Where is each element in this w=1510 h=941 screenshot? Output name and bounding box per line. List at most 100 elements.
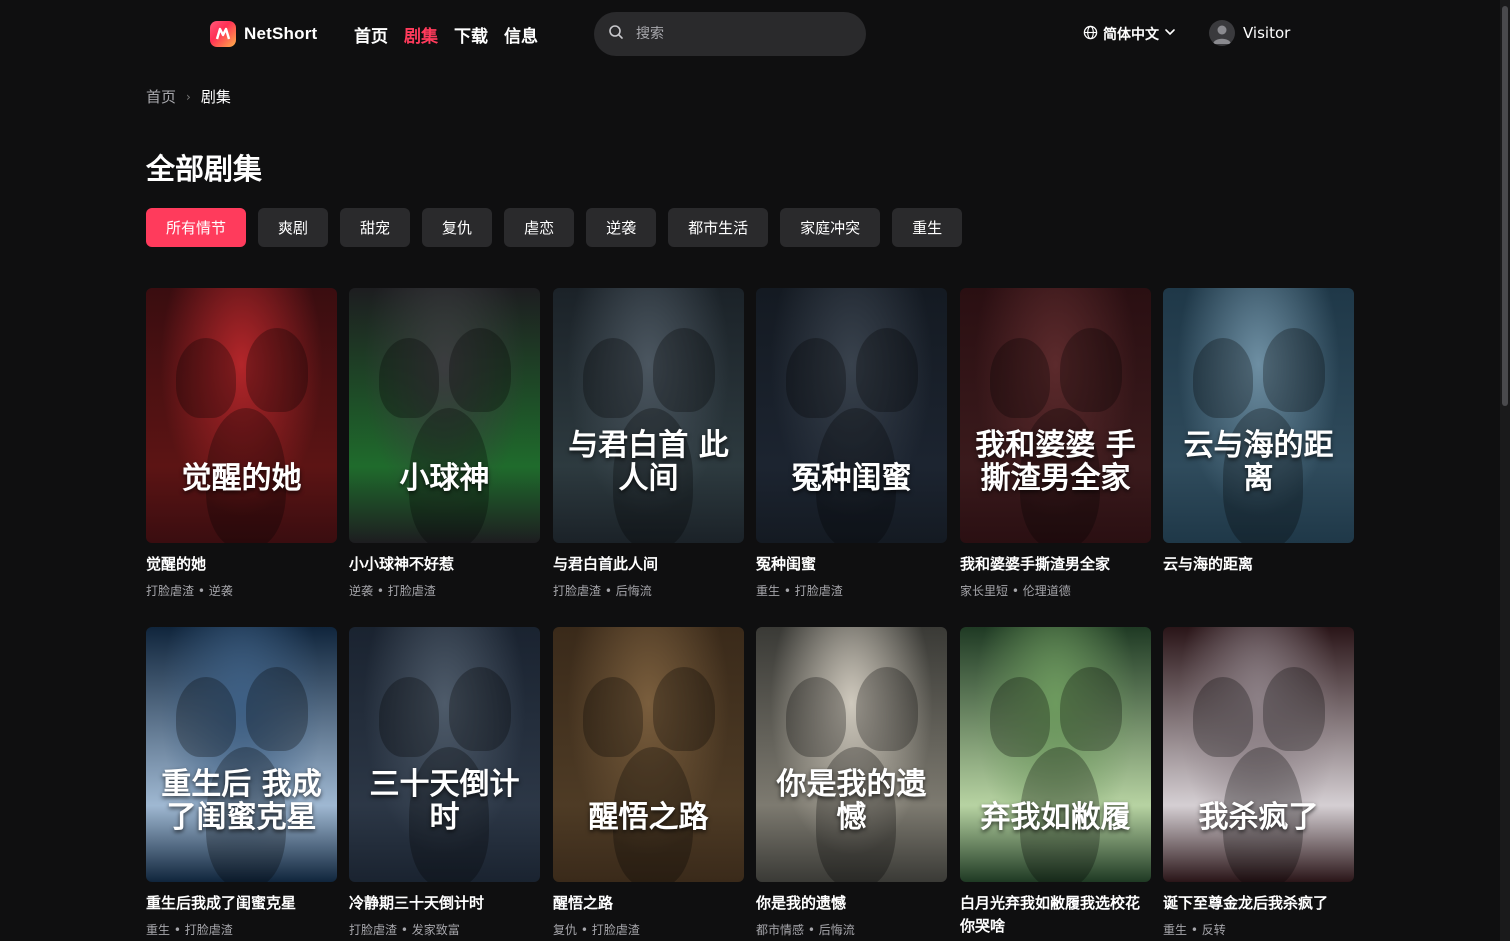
drama-card[interactable]: 重生后 我成了闺蜜克星重生后我成了闺蜜克星重生 • 打脸虐渣 — [146, 627, 337, 938]
drama-poster[interactable]: 云与海的距离 — [1163, 288, 1354, 543]
language-label: 简体中文 — [1103, 27, 1159, 43]
logo-icon — [210, 21, 236, 47]
drama-tags: 重生 • 反转 — [1163, 923, 1226, 938]
filter-chip[interactable]: 所有情节 — [146, 208, 247, 247]
poster-figure — [379, 677, 439, 757]
drama-tags: 重生 • 打脸虐渣 — [146, 923, 233, 938]
poster-figure — [449, 328, 511, 412]
drama-poster[interactable]: 我和婆婆 手撕渣男全家 — [960, 288, 1151, 543]
drama-title[interactable]: 云与海的距离 — [1163, 553, 1354, 576]
filter-chip[interactable]: 逆袭 — [586, 208, 657, 247]
poster-title-art: 醒悟之路 — [588, 800, 709, 835]
drama-title[interactable]: 醒悟之路 — [553, 892, 744, 915]
drama-poster[interactable]: 你是我的遗憾 — [756, 627, 947, 882]
drama-title[interactable]: 白月光弃我如敝履我选校花你哭啥 — [960, 892, 1151, 939]
drama-poster[interactable]: 我杀疯了 — [1163, 627, 1354, 882]
scrollbar[interactable] — [1500, 0, 1510, 941]
drama-title[interactable]: 冷静期三十天倒计时 — [349, 892, 540, 915]
nav-home[interactable]: 首页 — [354, 22, 388, 47]
drama-tags: 打脸虐渣 • 发家致富 — [349, 923, 460, 938]
scrollbar-thumb[interactable] — [1502, 6, 1508, 406]
drama-poster[interactable]: 重生后 我成了闺蜜克星 — [146, 627, 337, 882]
top-header: NetShort 首页 剧集 下载 信息 简体中文 — [0, 0, 1510, 68]
poster-figure — [653, 328, 715, 412]
poster-title-art: 你是我的遗憾 — [776, 767, 927, 835]
filter-chip[interactable]: 爽剧 — [258, 208, 329, 247]
filter-chip[interactable]: 家庭冲突 — [780, 208, 881, 247]
search-icon — [608, 24, 624, 44]
poster-title-art: 我杀疯了 — [1198, 800, 1319, 835]
poster-figure — [1193, 677, 1253, 757]
poster-figure — [583, 677, 643, 757]
filter-chip[interactable]: 甜宠 — [340, 208, 411, 247]
drama-tags: 逆袭 • 打脸虐渣 — [349, 584, 436, 599]
breadcrumb: 首页 › 剧集 — [146, 86, 231, 107]
poster-figure — [786, 338, 846, 418]
poster-title-art: 弃我如敝履 — [980, 800, 1131, 835]
user-menu[interactable]: Visitor — [1209, 20, 1290, 46]
drama-card[interactable]: 我和婆婆 手撕渣男全家我和婆婆手撕渣男全家家长里短 • 伦理道德 — [960, 288, 1151, 599]
drama-card[interactable]: 觉醒的她 觉醒的她 打脸虐渣 • 逆袭 — [146, 288, 337, 599]
drama-tags: 重生 • 打脸虐渣 — [756, 584, 843, 599]
poster-figure — [653, 667, 715, 751]
drama-title[interactable]: 冤种闺蜜 — [756, 553, 947, 576]
username: Visitor — [1243, 24, 1291, 42]
drama-title[interactable]: 我和婆婆手撕渣男全家 — [960, 553, 1151, 576]
language-selector[interactable]: 简体中文 — [1083, 24, 1176, 44]
drama-title[interactable]: 诞下至尊金龙后我杀疯了 — [1163, 892, 1354, 915]
nav-dramas[interactable]: 剧集 — [404, 22, 438, 47]
poster-title-art: 重生后 我成了闺蜜克星 — [161, 767, 322, 835]
poster-figure — [176, 338, 236, 418]
main-nav: 首页 剧集 下载 信息 — [354, 22, 538, 47]
nav-download[interactable]: 下载 — [454, 22, 488, 47]
drama-poster[interactable]: 冤种闺蜜 — [756, 288, 947, 543]
poster-figure — [856, 667, 918, 751]
drama-card[interactable]: 三十天倒计时冷静期三十天倒计时打脸虐渣 • 发家致富 — [349, 627, 540, 938]
poster-title-art: 冤种闺蜜 — [791, 461, 912, 496]
drama-card[interactable]: 冤种闺蜜 冤种闺蜜 重生 • 打脸虐渣 — [756, 288, 947, 599]
drama-title[interactable]: 你是我的遗憾 — [756, 892, 947, 915]
drama-poster[interactable]: 小球神 — [349, 288, 540, 543]
breadcrumb-home[interactable]: 首页 — [146, 86, 176, 107]
search-input[interactable] — [634, 25, 834, 43]
poster-figure — [1193, 338, 1253, 418]
drama-card[interactable]: 醒悟之路 醒悟之路 复仇 • 打脸虐渣 — [553, 627, 744, 938]
poster-figure — [246, 328, 308, 412]
drama-poster[interactable]: 觉醒的她 — [146, 288, 337, 543]
poster-figure — [1263, 667, 1325, 751]
poster-figure — [1060, 328, 1122, 412]
filter-chip[interactable]: 复仇 — [422, 208, 493, 247]
poster-figure — [786, 677, 846, 757]
poster-title-art: 小球神 — [399, 461, 490, 496]
search-box[interactable] — [594, 12, 866, 56]
drama-card[interactable]: 小球神小小球神不好惹逆袭 • 打脸虐渣 — [349, 288, 540, 599]
drama-title[interactable]: 觉醒的她 — [146, 553, 337, 576]
drama-card[interactable]: 你是我的遗憾 你是我的遗憾 都市情感 • 后悔流 — [756, 627, 947, 938]
page-title: 全部剧集 — [146, 152, 263, 186]
drama-poster[interactable]: 醒悟之路 — [553, 627, 744, 882]
poster-figure — [176, 677, 236, 757]
drama-tags: 打脸虐渣 • 后悔流 — [553, 584, 652, 599]
filter-chip[interactable]: 都市生活 — [668, 208, 769, 247]
poster-figure — [1060, 667, 1122, 751]
drama-poster[interactable]: 弃我如敝履 — [960, 627, 1151, 882]
drama-tags: 都市情感 • 后悔流 — [756, 923, 855, 938]
logo-text: NetShort — [244, 24, 318, 43]
drama-card[interactable]: 我杀疯了诞下至尊金龙后我杀疯了重生 • 反转 — [1163, 627, 1354, 938]
drama-tags: 家长里短 • 伦理道德 — [960, 584, 1071, 599]
drama-title[interactable]: 小小球神不好惹 — [349, 553, 540, 576]
drama-tags: 复仇 • 打脸虐渣 — [553, 923, 640, 938]
poster-figure — [583, 338, 643, 418]
poster-figure — [990, 338, 1050, 418]
drama-card[interactable]: 与君白首 此人间与君白首此人间打脸虐渣 • 后悔流 — [553, 288, 744, 599]
drama-card[interactable]: 弃我如敝履白月光弃我如敝履我选校花你哭啥 — [960, 627, 1151, 939]
drama-card[interactable]: 云与海的距离 云与海的距离 — [1163, 288, 1354, 576]
drama-title[interactable]: 重生后我成了闺蜜克星 — [146, 892, 337, 915]
drama-poster[interactable]: 与君白首 此人间 — [553, 288, 744, 543]
filter-chip[interactable]: 虐恋 — [504, 208, 575, 247]
drama-title[interactable]: 与君白首此人间 — [553, 553, 744, 576]
filter-chip[interactable]: 重生 — [892, 208, 963, 247]
logo[interactable]: NetShort — [210, 20, 317, 48]
nav-info[interactable]: 信息 — [504, 22, 538, 47]
drama-poster[interactable]: 三十天倒计时 — [349, 627, 540, 882]
